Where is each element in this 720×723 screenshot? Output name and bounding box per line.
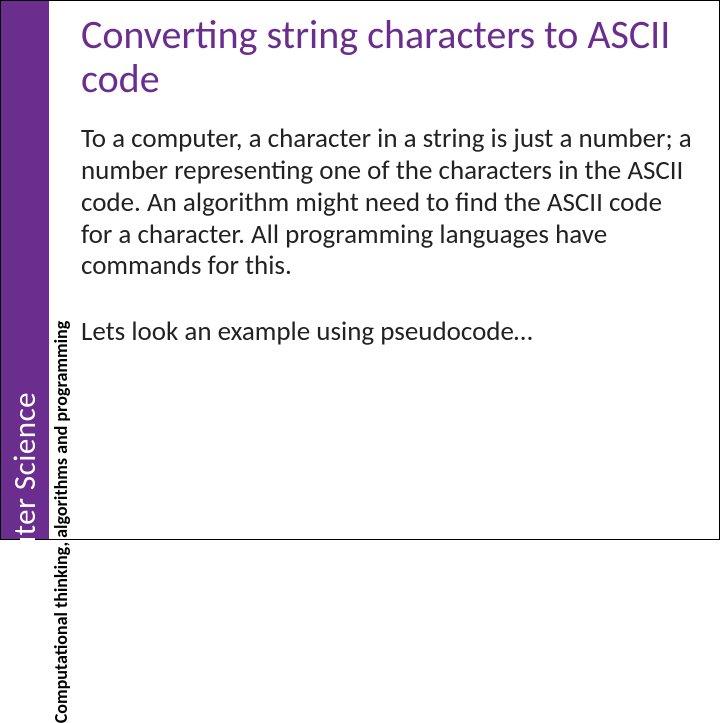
sidebar: Computer Science: [1, 1, 49, 539]
content-area: Converting string characters to ASCII co…: [73, 1, 719, 539]
slide: Computer Science Computational thinking,…: [0, 0, 720, 540]
body-paragraph-2: Lets look an example using pseudocode…: [81, 316, 699, 348]
slide-heading: Converting string characters to ASCII co…: [81, 13, 699, 101]
body-paragraph-1: To a computer, a character in a string i…: [81, 123, 699, 282]
sidebar-subtitle-label: Computational thinking, algorithms and p…: [50, 321, 72, 723]
sidebar-main-label: Computer Science: [6, 392, 44, 628]
sidebar-subtitle-strip: Computational thinking, algorithms and p…: [49, 1, 73, 539]
